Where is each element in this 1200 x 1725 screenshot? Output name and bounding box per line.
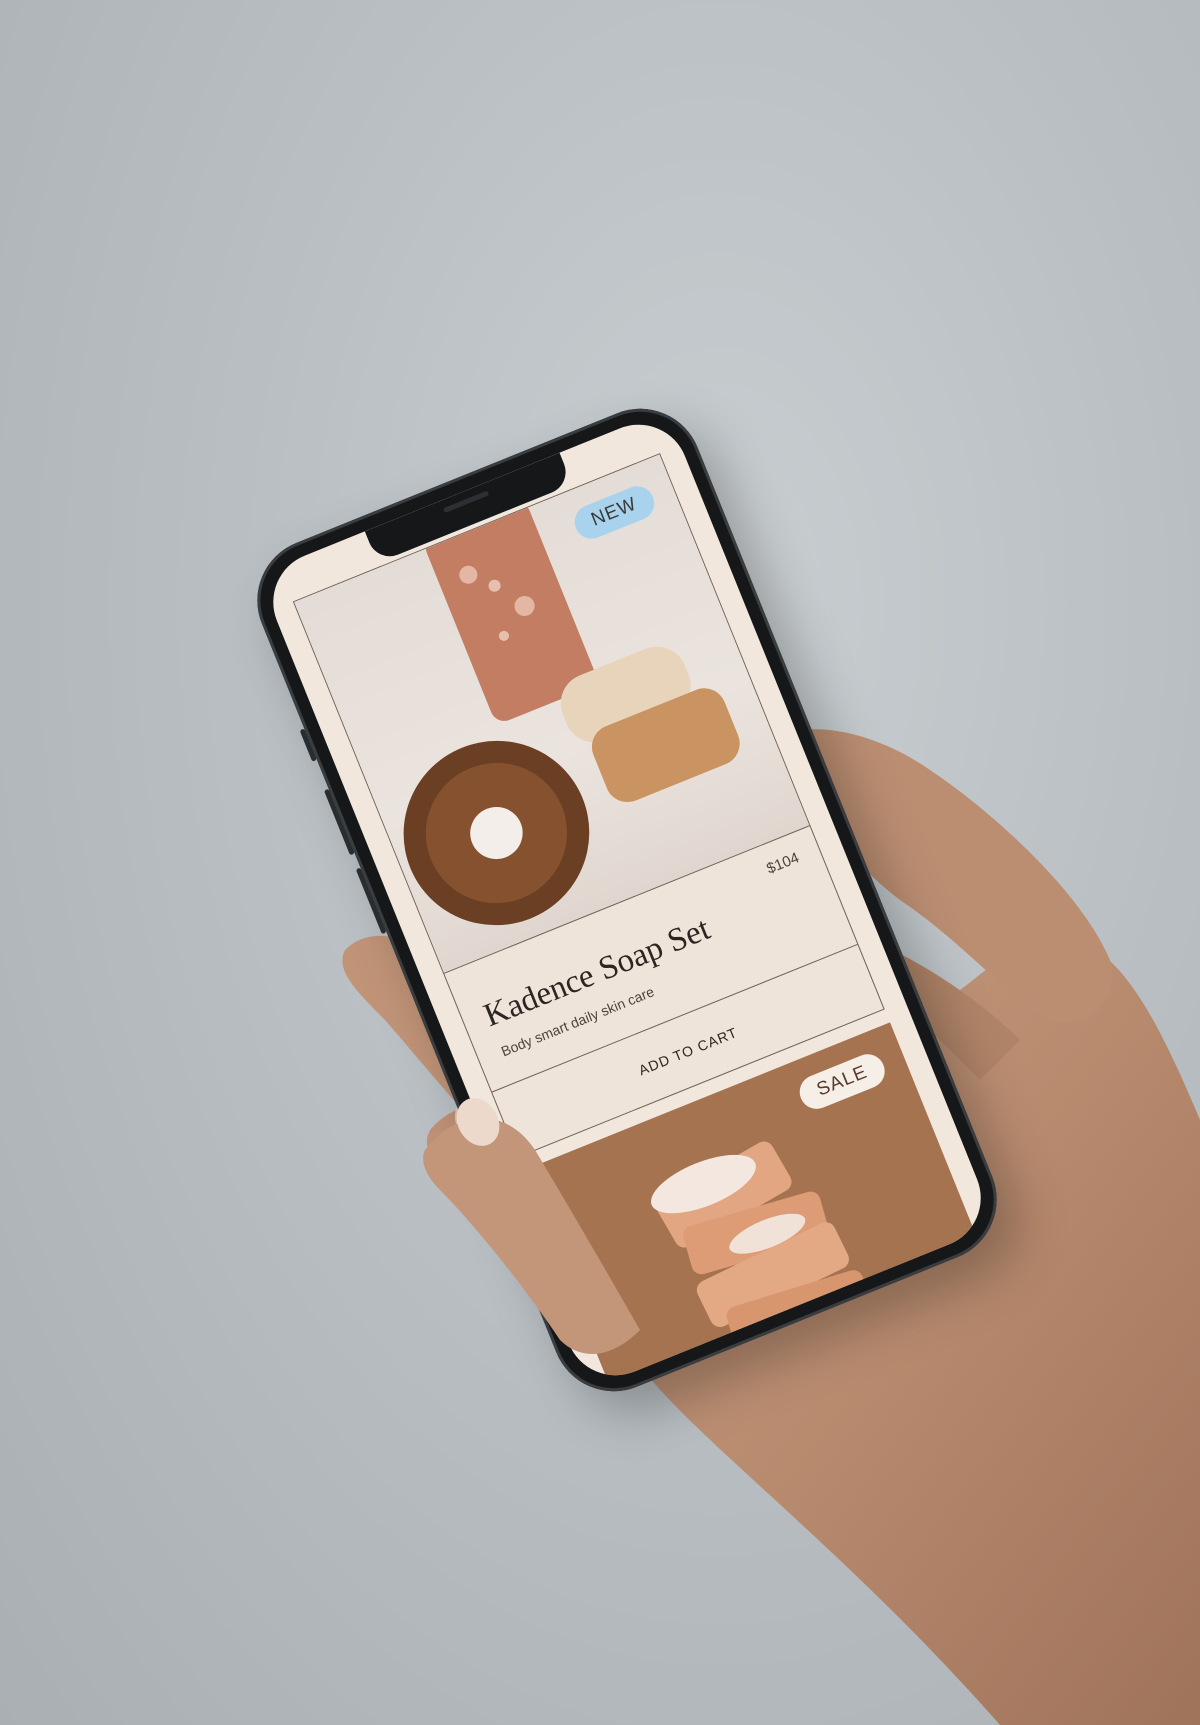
product-price: $104 (764, 849, 802, 878)
earpiece-speaker (442, 490, 490, 514)
add-to-cart-button[interactable]: ADD TO CART (630, 1021, 745, 1082)
photo-scene: NEW $104 Kadence Soap Set Body smart dai… (0, 0, 1200, 1725)
